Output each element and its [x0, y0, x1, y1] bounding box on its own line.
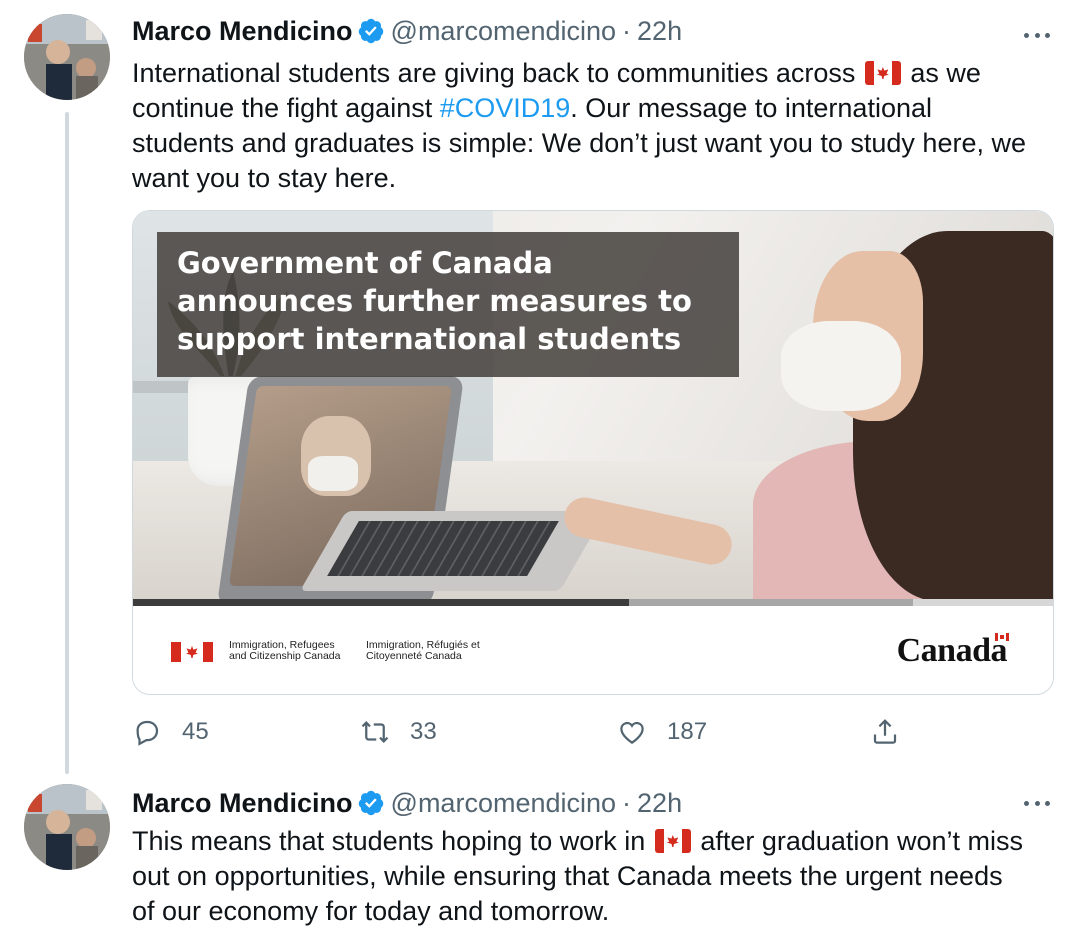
media-photo[interactable]: Government of Canada announces further m…: [133, 211, 1053, 599]
verified-badge-icon: [358, 18, 383, 44]
headline-text: Government of Canada announces further m…: [177, 246, 692, 356]
more-dots-icon[interactable]: [1020, 790, 1054, 816]
like-button[interactable]: 187: [617, 712, 707, 752]
canada-flag-icon: [864, 61, 901, 85]
hashtag-link[interactable]: #COVID19: [440, 93, 571, 123]
separator-dot: ·: [622, 787, 632, 818]
laptop-keyboard: [327, 521, 559, 576]
tweet-text-segment: International students are giving back t…: [132, 58, 856, 88]
tweet-text: This means that students hoping to work …: [132, 824, 1032, 929]
canada-wordmark-text: Canada: [896, 632, 1008, 669]
thread-connector-line: [65, 112, 69, 774]
tweet-timestamp[interactable]: 22h: [637, 788, 682, 819]
wordmark-flag-icon: [995, 633, 1009, 641]
tweet-text: International students are giving back t…: [132, 56, 1032, 196]
tweet-actions: 45 33 187: [132, 712, 912, 752]
headline-overlay: Government of Canada announces further m…: [157, 232, 739, 377]
tweet-text-segment: This means that students hoping to work …: [132, 826, 646, 856]
avatar-photo: [24, 14, 110, 100]
share-button[interactable]: [870, 712, 920, 752]
author-handle[interactable]: @marcomendicino: [391, 16, 617, 47]
avatar[interactable]: [24, 14, 110, 100]
retweet-arrows-icon: [361, 721, 389, 743]
retweet-button[interactable]: 33: [360, 712, 437, 752]
card-footer: Immigration, Refugees and Citizenship Ca…: [133, 606, 1053, 694]
color-bar-segment: [913, 599, 1053, 606]
author-handle[interactable]: @marcomendicino: [391, 788, 617, 819]
color-bar-segment: [133, 599, 629, 606]
department-name-en: Immigration, Refugees and Citizenship Ca…: [229, 639, 341, 662]
media-card[interactable]: Government of Canada announces further m…: [132, 210, 1054, 695]
retweet-count: 33: [410, 718, 437, 745]
reply-button[interactable]: 45: [132, 712, 209, 752]
avatar-photo: [24, 784, 110, 870]
tweet-header: Marco Mendicino @marcomendicino · 22h: [132, 786, 682, 820]
like-count: 187: [667, 718, 708, 745]
heart-icon: [620, 721, 644, 744]
canada-wordmark: Canada: [896, 632, 1009, 670]
color-bar: [133, 599, 1053, 606]
tweet-timestamp[interactable]: 22h: [637, 16, 682, 47]
face-mask: [781, 321, 901, 411]
author-name[interactable]: Marco Mendicino: [132, 16, 353, 47]
verified-badge-icon: [358, 790, 383, 816]
canada-flag-icon: [654, 829, 691, 853]
canada-flag-icon: [171, 642, 213, 662]
more-dots-icon[interactable]: [1020, 22, 1054, 48]
author-name[interactable]: Marco Mendicino: [132, 788, 353, 819]
reply-count: 45: [182, 718, 209, 745]
separator-dot: ·: [622, 15, 632, 46]
reply-bubble-icon: [136, 720, 159, 746]
avatar[interactable]: [24, 784, 110, 870]
face-mask: [308, 456, 358, 491]
tweet[interactable]: Marco Mendicino @marcomendicino · 22h In…: [0, 0, 1080, 780]
department-name-fr: Immigration, Réfugiés et Citoyenneté Can…: [366, 639, 480, 662]
tweet-header: Marco Mendicino @marcomendicino · 22h: [132, 14, 682, 48]
share-upload-icon: [873, 719, 897, 744]
color-bar-segment: [629, 599, 913, 606]
